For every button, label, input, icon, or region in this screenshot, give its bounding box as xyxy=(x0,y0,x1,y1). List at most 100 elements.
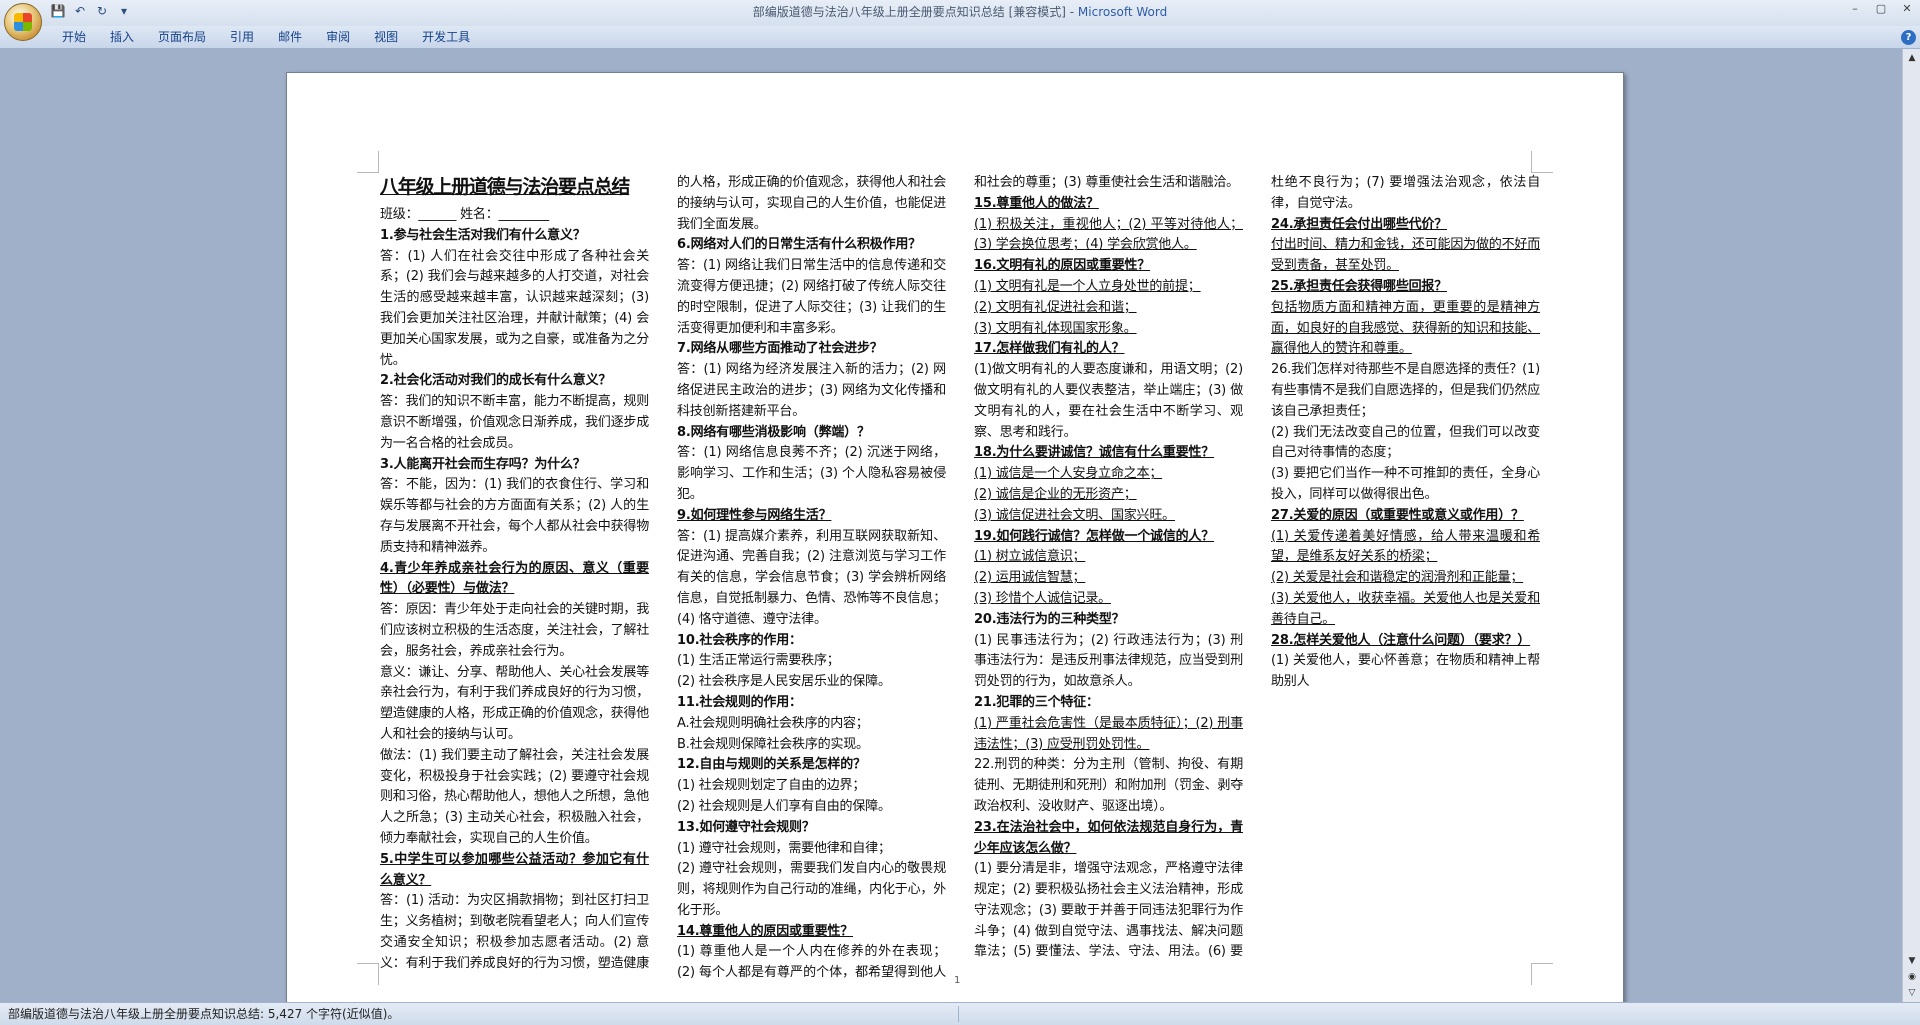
question-heading: 17.怎样做我们有礼的人？ xyxy=(974,341,1125,357)
quick-access-toolbar: 💾 ↶ ↻ ▾ xyxy=(50,3,132,19)
question-heading: 14.尊重他人的原因或重要性？ xyxy=(677,923,854,939)
answer-paragraph: (2) 我们无法改变自己的位置，但我们可以改变自己对待事情的态度； xyxy=(1271,424,1540,461)
question-heading: 20.违法行为的三种类型？ xyxy=(974,611,1125,627)
answer-paragraph: (2) 运用诚信智慧； xyxy=(974,570,1086,586)
question-heading: 25.承担责任会获得哪些回报？ xyxy=(1271,278,1448,294)
crop-mark xyxy=(1531,151,1553,173)
window-controls: – ▢ ✕ xyxy=(1842,0,1920,18)
answer-paragraph: (1) 积极关注，重视他人；(2) 平等对待他人；(3) 学会换位思考；(4) … xyxy=(974,216,1243,253)
question-heading: 28.怎样关爱他人（注意什么问题）（要求？） xyxy=(1271,632,1531,648)
answer-paragraph: (2) 遵守社会规则，需要我们发自内心的敬畏规则，将规则作为自己行动的准绳，内化… xyxy=(677,861,946,918)
answer-paragraph: (3) 文明有礼体现国家形象。 xyxy=(974,320,1137,336)
answer-paragraph: 答：(1) 网络信息良莠不齐；(2) 沉迷于网络，影响学习、工作和生活；(3) … xyxy=(677,445,946,502)
maximize-button[interactable]: ▢ xyxy=(1868,0,1894,18)
answer-paragraph: A.社会规则明确社会秩序的内容； xyxy=(677,715,869,731)
scroll-up-icon[interactable]: ▲ xyxy=(1904,51,1920,65)
next-page-icon[interactable]: ▽ xyxy=(1904,986,1920,1000)
answer-paragraph: 答：不能，因为：(1) 我们的衣食住行、学习和娱乐等都与社会的方方面面有关系；(… xyxy=(380,477,649,555)
answer-paragraph: (2) 社会秩序是人民安居乐业的保障。 xyxy=(677,674,891,690)
question-heading: 15.尊重他人的做法？ xyxy=(974,195,1099,211)
answer-paragraph: (1) 社会规则划定了自由的边界； xyxy=(677,778,866,794)
question-heading: 8.网络有哪些消极影响（弊端）？ xyxy=(677,424,870,440)
vertical-scrollbar[interactable]: ▲ ▼ ◉ ▽ xyxy=(1902,49,1920,1002)
answer-paragraph: 包括物质方面和精神方面，更重要的是精神方面，如良好的自我感觉、获得新的知识和技能… xyxy=(1271,299,1540,357)
answer-paragraph: (1)做文明有礼的人要态度谦和，用语文明；(2)做文明有礼的人要仪表整洁，举止端… xyxy=(974,362,1243,440)
redo-icon[interactable]: ↻ xyxy=(94,3,110,19)
tab-view[interactable]: 视图 xyxy=(362,26,410,49)
close-button[interactable]: ✕ xyxy=(1894,0,1920,18)
answer-paragraph: 26.我们怎样对待那些不是自愿选择的责任？(1) 有些事情不是我们自愿选择的，但… xyxy=(1271,362,1540,419)
question-heading: 18.为什么要讲诚信？诚信有什么重要性？ xyxy=(974,445,1215,461)
answer-paragraph: 答：(1) 人们在社会交往中形成了各种社会关系；(2) 我们会与越来越多的人打交… xyxy=(380,248,649,368)
answer-paragraph: 答：(1) 网络让我们日常生活中的信息传递和交流变得方便迅捷；(2) 网络打破了… xyxy=(677,258,946,336)
answer-paragraph: 意义：谦让、分享、帮助他人、关心社会发展等亲社会行为，有利于我们养成良好的行为习… xyxy=(380,664,649,742)
answer-paragraph: 答：(1) 提高媒介素养，利用互联网获取新知、促进沟通、完善自我；(2) 注意浏… xyxy=(677,528,946,627)
minimize-button[interactable]: – xyxy=(1842,0,1868,18)
question-heading: 1.参与社会生活对我们有什么意义？ xyxy=(380,227,586,243)
app-name: Microsoft Word xyxy=(1077,5,1168,19)
window-title: 部编版道德与法治八年级上册全册要点知识总结 [兼容模式] - Microsoft… xyxy=(752,5,1168,19)
answer-paragraph: (3) 关爱他人，收获幸福。关爱他人也是关爱和善待自己。 xyxy=(1271,590,1540,627)
question-heading: 9.如何理性参与网络生活？ xyxy=(677,507,832,523)
answer-paragraph: (3) 诚信促进社会文明、国家兴旺。 xyxy=(974,507,1175,523)
answer-paragraph: (1) 关爱传递着美好情感，给人带来温暖和希望，是维系友好关系的桥梁； xyxy=(1271,528,1540,565)
crop-mark xyxy=(357,151,379,173)
customize-qat-icon[interactable]: ▾ xyxy=(116,3,132,19)
status-divider xyxy=(958,1006,959,1022)
document-title: 八年级上册道德与法治要点总结 xyxy=(380,176,630,198)
question-heading: 5.中学生可以参加哪些公益活动？参加它有什么意义？ xyxy=(380,851,649,888)
tab-mailings[interactable]: 邮件 xyxy=(266,26,314,49)
tab-home[interactable]: 开始 xyxy=(50,26,98,49)
answer-paragraph: 做法：(1) 我们要主动了解社会，关注社会发展变化，积极投身于社会实践；(2) … xyxy=(380,747,649,846)
ribbon-tabs: 开始 插入 页面布局 引用 邮件 审阅 视图 开发工具 xyxy=(50,26,482,49)
crop-mark xyxy=(357,963,379,985)
answer-paragraph: (1) 民事违法行为；(2) 行政违法行为；(3) 刑事违法行为：是违反刑事法律… xyxy=(974,632,1243,690)
tab-insert[interactable]: 插入 xyxy=(98,26,146,49)
save-icon[interactable]: 💾 xyxy=(50,3,66,19)
question-heading: 13.如何遵守社会规则？ xyxy=(677,819,815,835)
answer-paragraph: (1) 文明有礼是一个人立身处世的前提； xyxy=(974,278,1201,294)
tab-review[interactable]: 审阅 xyxy=(314,26,362,49)
answer-paragraph: 22.刑罚的种类：分为主刑（管制、拘役、有期徒刑、无期徒刑和死刑）和附加刑（罚金… xyxy=(974,757,1243,814)
answer-paragraph: (1) 生活正常运行需要秩序； xyxy=(677,653,840,669)
answer-paragraph: (2) 关爱是社会和谐稳定的润滑剂和正能量； xyxy=(1271,570,1524,586)
office-logo-icon xyxy=(14,13,32,31)
document-body[interactable]: 八年级上册道德与法治要点总结 班级：______ 姓名：________ 1.参… xyxy=(380,173,1540,993)
question-heading: 11.社会规则的作用： xyxy=(677,694,802,710)
document-workspace: 八年级上册道德与法治要点总结 班级：______ 姓名：________ 1.参… xyxy=(0,49,1902,1002)
tab-developer[interactable]: 开发工具 xyxy=(410,26,482,49)
class-name-line: 班级：______ 姓名：________ xyxy=(380,207,549,222)
ribbon: 开始 插入 页面布局 引用 邮件 审阅 视图 开发工具 ? xyxy=(0,26,1920,49)
answer-paragraph: (1) 树立诚信意识； xyxy=(974,549,1086,565)
answer-paragraph: 答：(1) 网络为经济发展注入新的活力；(2) 网络促进民主政治的进步；(3) … xyxy=(677,362,946,419)
question-heading: 16.文明有礼的原因或重要性？ xyxy=(974,258,1151,274)
question-heading: 27.关爱的原因（或重要性或意义或作用）？ xyxy=(1271,507,1524,523)
question-heading: 12.自由与规则的关系是怎样的？ xyxy=(677,757,866,773)
undo-icon[interactable]: ↶ xyxy=(72,3,88,19)
document-page[interactable]: 八年级上册道德与法治要点总结 班级：______ 姓名：________ 1.参… xyxy=(286,72,1624,1002)
question-heading: 23.在法治社会中，如何依法规范自身行为，青少年应该怎么做？ xyxy=(974,819,1243,856)
answer-paragraph: (1) 关爱他人，要心怀善意；在物质和精神上帮助别人 xyxy=(1271,653,1540,690)
question-heading: 7.网络从哪些方面推动了社会进步？ xyxy=(677,341,883,357)
answer-paragraph: (1) 严重社会危害性（是最本质特征）；(2) 刑事违法性；(3) 应受刑罚处罚… xyxy=(974,715,1243,752)
answer-paragraph: (2) 文明有礼促进社会和谐； xyxy=(974,299,1137,315)
answer-paragraph: (2) 诚信是企业的无形资产； xyxy=(974,486,1137,502)
question-heading: 21.犯罪的三个特征： xyxy=(974,694,1099,710)
status-bar: 部编版道德与法治八年级上册全册要点知识总结: 5,427 个字符(近似值)。 xyxy=(0,1002,1920,1025)
help-icon[interactable]: ? xyxy=(1901,30,1916,45)
answer-paragraph: B.社会规则保障社会秩序的实现。 xyxy=(677,736,869,752)
answer-paragraph: (2) 社会规则是人们享有自由的保障。 xyxy=(677,798,891,814)
office-button[interactable] xyxy=(4,3,42,41)
question-heading: 24.承担责任会付出哪些代价？ xyxy=(1271,216,1448,232)
browse-object-icon[interactable]: ◉ xyxy=(1904,970,1920,984)
question-heading: 6.网络对人们的日常生活有什么积极作用？ xyxy=(677,237,921,253)
question-heading: 4.青少年养成亲社会行为的原因、意义（重要性）（必要性）与做法？ xyxy=(380,560,649,597)
question-heading: 19.如何践行诚信？怎样做一个诚信的人？ xyxy=(974,528,1215,544)
document-paragraphs: 1.参与社会生活对我们有什么意义？ 答：(1) 人们在社会交往中形成了各种社会关系… xyxy=(380,173,1540,993)
answer-paragraph: (1) 诚信是一个人安身立命之本； xyxy=(974,466,1163,482)
scroll-down-icon[interactable]: ▼ xyxy=(1904,954,1920,968)
answer-paragraph: 答：我们的知识不断丰富，能力不断提高，规则意识不断增强，价值观念日渐养成，我们逐… xyxy=(380,394,649,451)
tab-references[interactable]: 引用 xyxy=(218,26,266,49)
question-heading: 3.人能离开社会而生存吗？为什么？ xyxy=(380,456,586,472)
tab-page-layout[interactable]: 页面布局 xyxy=(146,26,218,49)
